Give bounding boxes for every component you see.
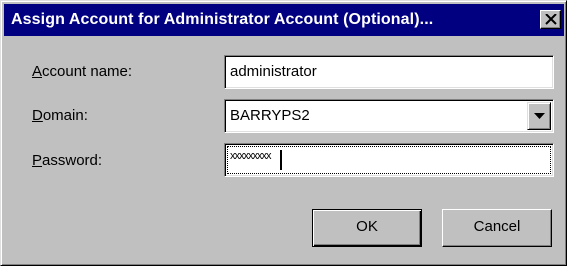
cancel-button[interactable]: Cancel xyxy=(442,209,552,247)
ok-button[interactable]: OK xyxy=(312,209,422,247)
password-mnemonic: P xyxy=(32,152,43,169)
account-name-label-text: ccount name: xyxy=(42,63,133,80)
domain-label-text: omain: xyxy=(42,107,88,124)
password-masked-value: xxxxxxxxx xyxy=(230,150,271,162)
close-icon xyxy=(545,14,557,25)
password-field[interactable]: xxxxxxxxx xyxy=(224,143,554,177)
password-label-text: assword: xyxy=(42,152,103,169)
password-label: Password: xyxy=(32,152,102,169)
account-name-label: Account name: xyxy=(32,63,132,80)
account-name-field[interactable]: administrator xyxy=(224,55,554,89)
account-name-value: administrator xyxy=(230,63,317,80)
text-caret xyxy=(280,150,282,170)
domain-select[interactable]: BARRYPS2 xyxy=(224,99,554,133)
chevron-down-icon xyxy=(534,113,545,119)
account-name-mnemonic: A xyxy=(32,63,43,80)
domain-dropdown-button[interactable] xyxy=(527,102,551,130)
password-focus-ring xyxy=(227,146,551,174)
dialog-title: Assign Account for Administrator Account… xyxy=(11,11,434,28)
close-button[interactable] xyxy=(540,10,561,29)
assign-account-dialog: Assign Account for Administrator Account… xyxy=(0,0,567,266)
domain-mnemonic: D xyxy=(32,107,43,124)
domain-label: Domain: xyxy=(32,107,88,124)
title-bar[interactable]: Assign Account for Administrator Account… xyxy=(4,4,564,36)
domain-value: BARRYPS2 xyxy=(230,107,310,124)
